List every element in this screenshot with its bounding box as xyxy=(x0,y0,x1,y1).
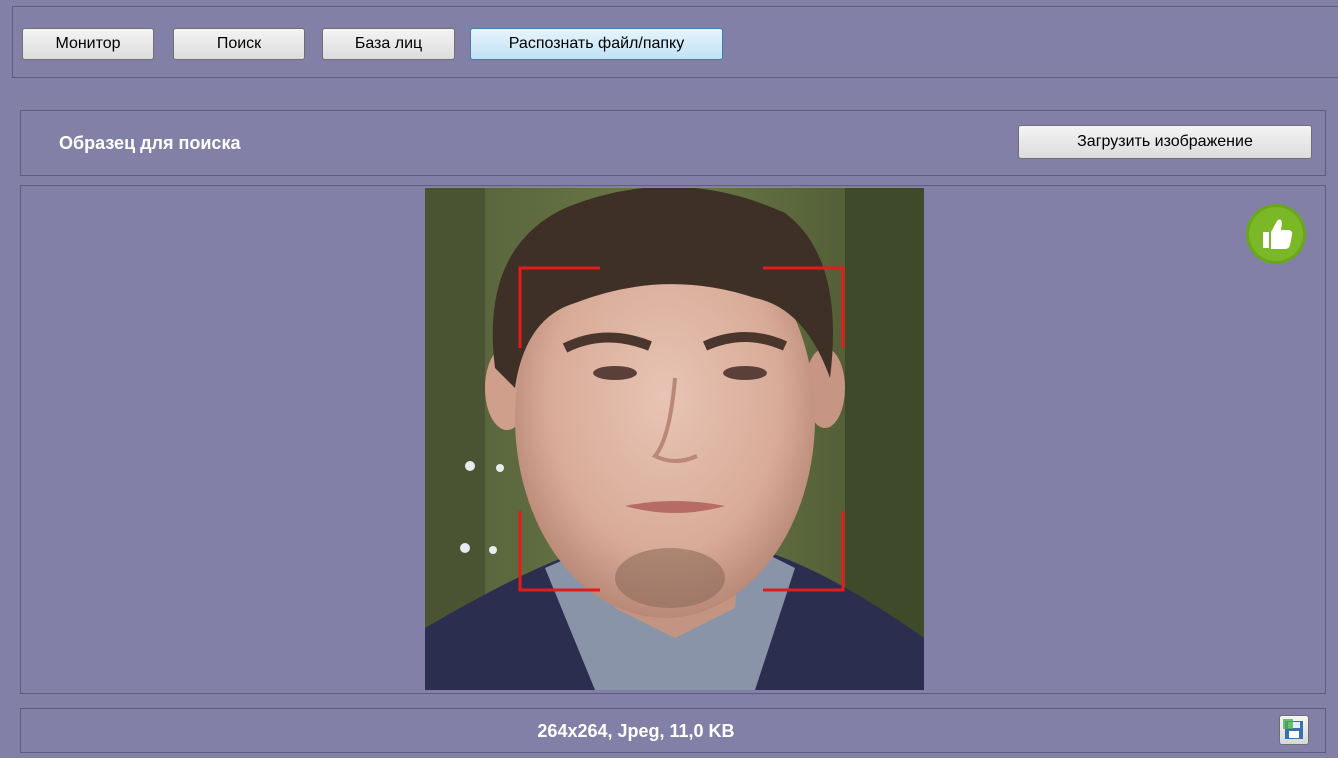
thumbs-up-icon xyxy=(1245,203,1307,265)
save-button[interactable] xyxy=(1279,715,1309,745)
image-info-bar: 264x264, Jpeg, 11,0 KB xyxy=(20,708,1326,753)
file-info-text: 264x264, Jpeg, 11,0 KB xyxy=(537,721,735,741)
tab-search-button[interactable]: Поиск xyxy=(173,28,305,60)
tab-monitor-button[interactable]: Монитор xyxy=(22,28,154,60)
search-sample-title: Образец для поиска xyxy=(59,133,241,153)
sample-face-image xyxy=(425,188,924,690)
save-icon xyxy=(1283,719,1303,739)
upload-image-button[interactable]: Загрузить изображение xyxy=(1018,125,1312,159)
tab-face-database-button[interactable]: База лиц xyxy=(322,28,455,60)
tab-recognize-file-button[interactable]: Распознать файл/папку xyxy=(470,28,723,60)
